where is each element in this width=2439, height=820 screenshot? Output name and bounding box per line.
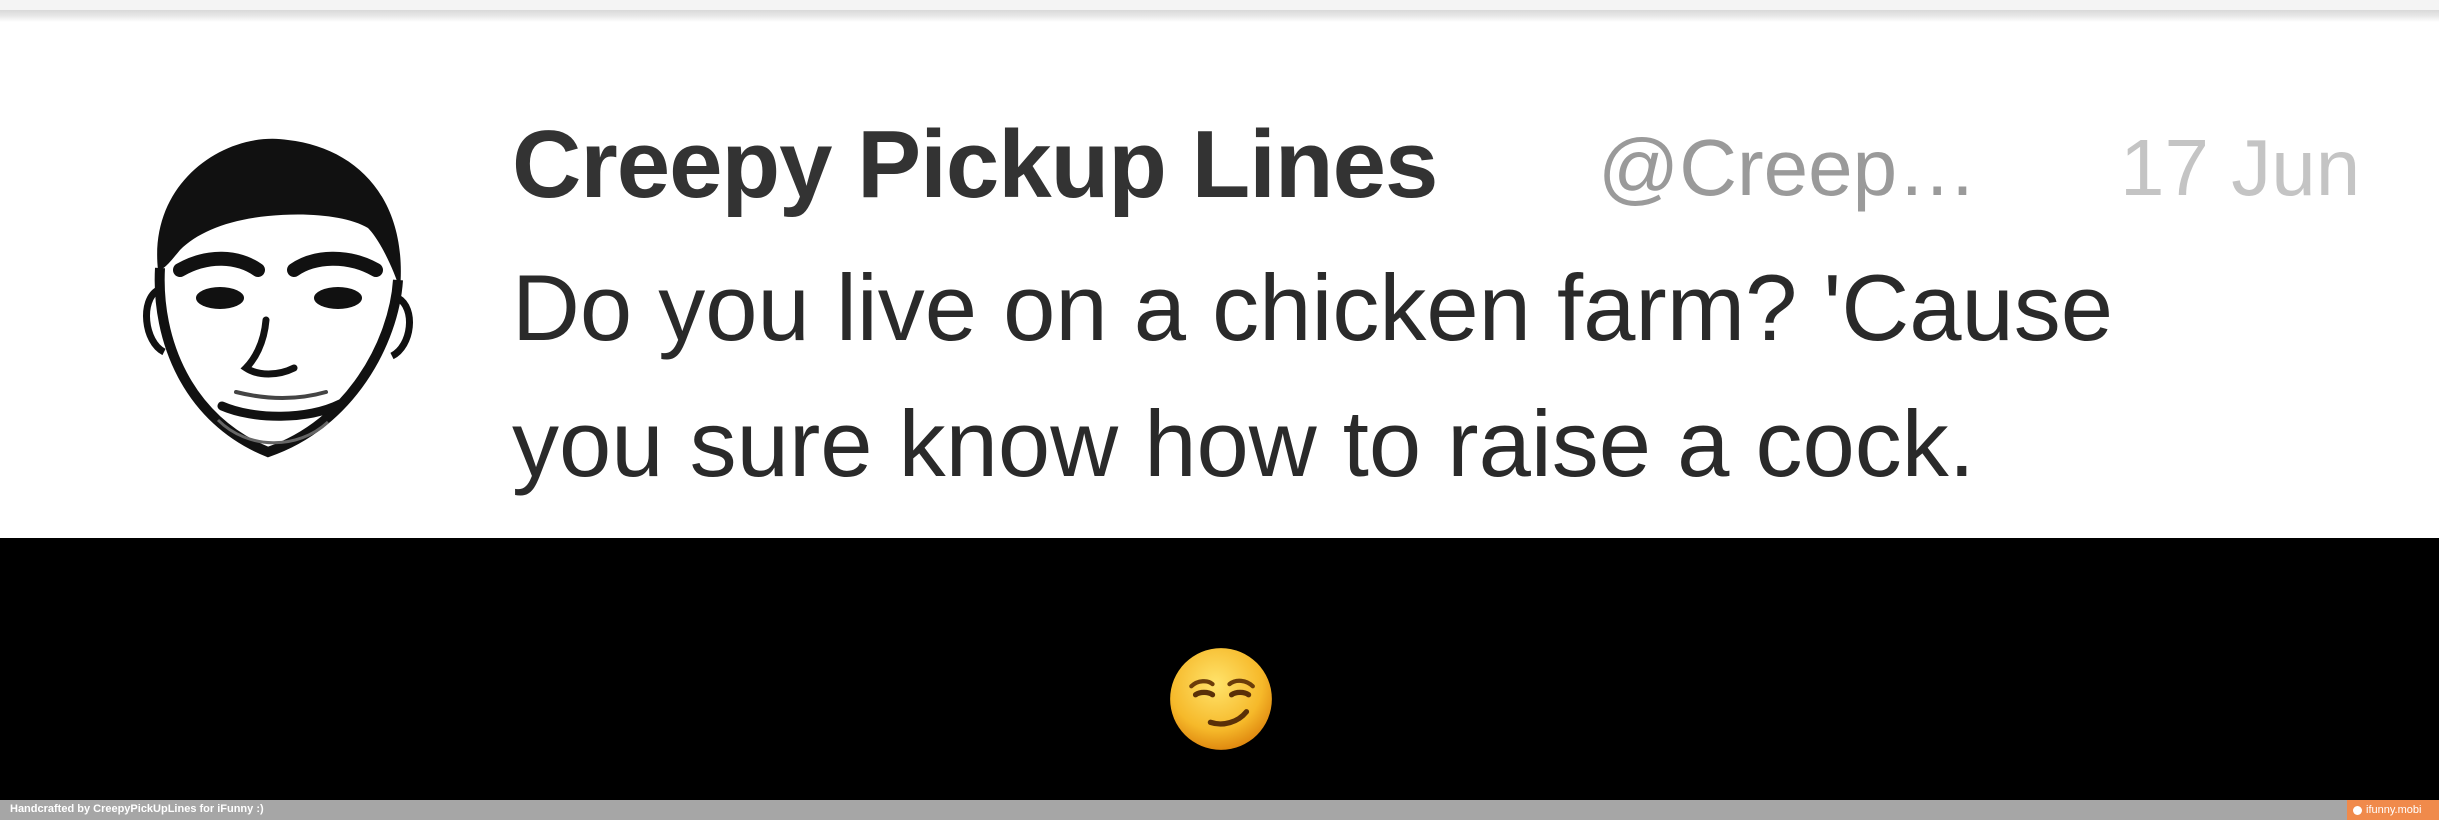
watermark-footer: Handcrafted by CreepyPickUpLines for iFu… [0,800,2439,820]
smirking-face-emoji-icon [1168,646,1274,752]
user-handle[interactable]: @Creep… [1598,122,1977,214]
ifunny-logo-icon [2353,805,2362,815]
display-name[interactable]: Creepy Pickup Lines [512,110,1438,220]
avatar[interactable] [118,120,418,490]
credit-text: Handcrafted by CreepyPickUpLines for iFu… [10,803,264,815]
reply-panel [0,538,2439,800]
tweet-text-line-1: Do you live on a chicken farm? 'Cause [512,255,2114,360]
brand-badge[interactable]: ifunny.mobi [2347,800,2439,820]
brand-text: ifunny.mobi [2366,804,2422,816]
creepy-face-avatar-icon [143,138,413,458]
tweet-card[interactable]: Creepy Pickup Lines @Creep… 17 Jun Do yo… [0,22,2439,538]
top-divider [0,0,2439,22]
timestamp[interactable]: 17 Jun [2120,122,2360,214]
tweet-text-line-2: you sure know how to raise a cock. [512,391,1975,496]
